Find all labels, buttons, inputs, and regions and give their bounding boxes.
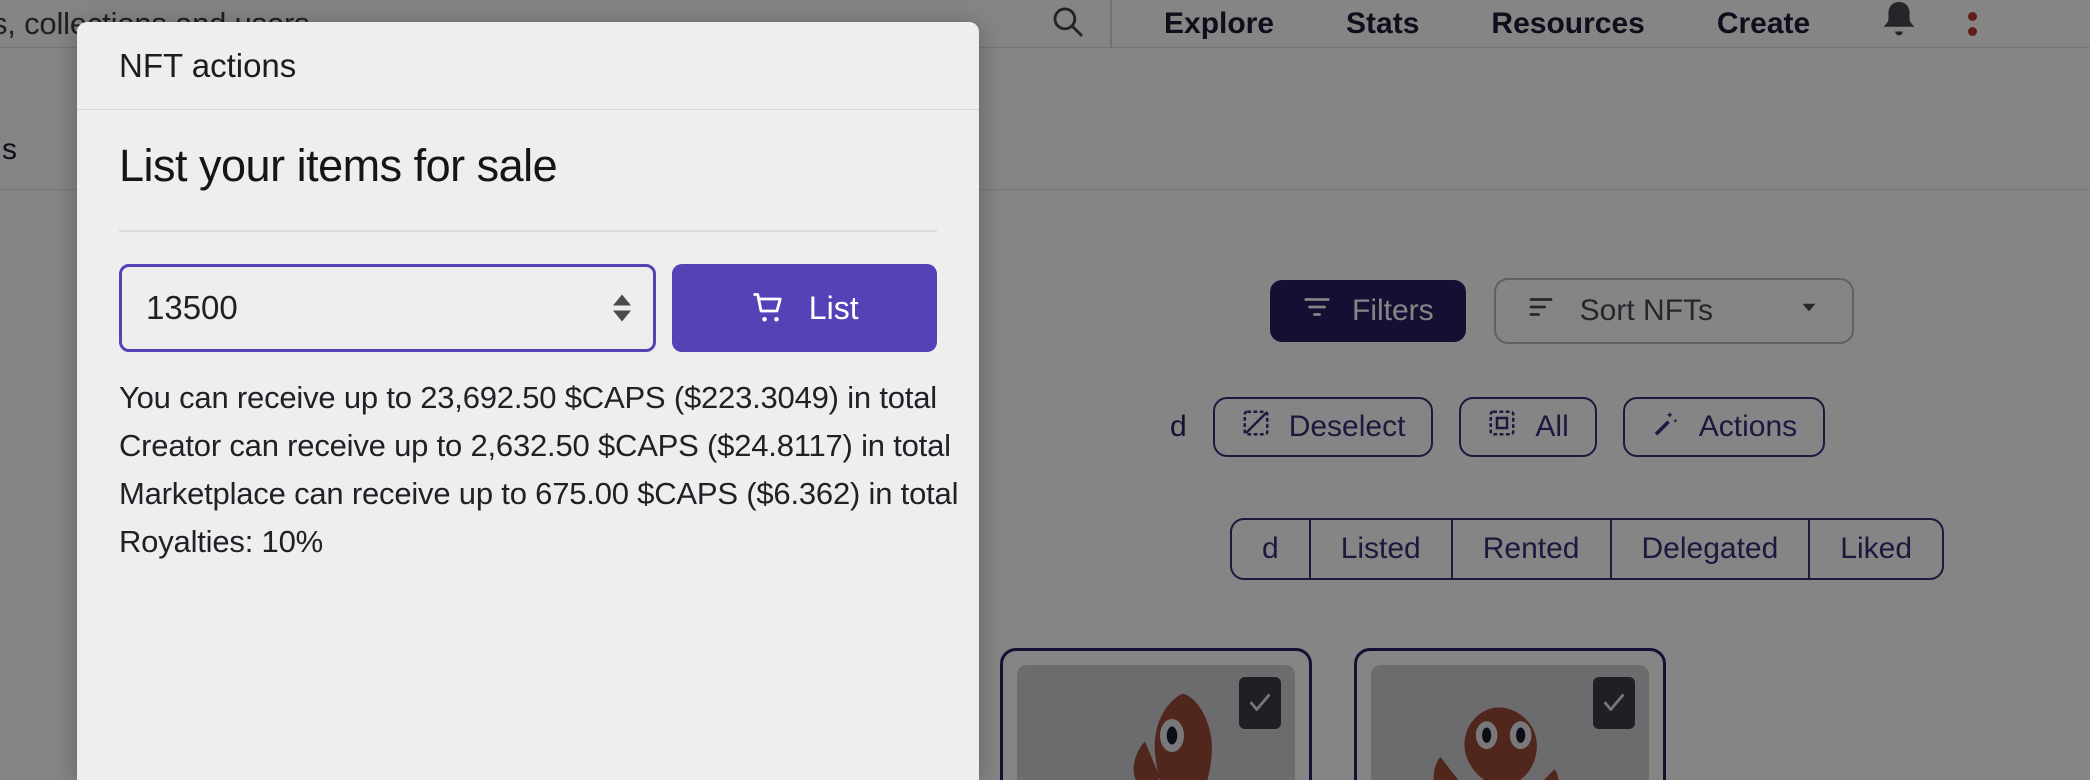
price-input-value[interactable]: 13500 [146,289,238,327]
modal-divider [119,230,937,232]
nft-actions-modal: NFT actions List your items for sale 135… [77,22,979,780]
modal-body: List your items for sale 13500 List You … [77,110,979,566]
royalties-line: Royalties: 10% [119,524,323,560]
shopping-cart-icon [751,290,787,326]
seller-proceeds-line: You can receive up to 23,692.50 $CAPS ($… [119,380,937,415]
price-form-row: 13500 List [119,264,937,352]
modal-header-title: NFT actions [119,46,297,84]
caret-down-icon[interactable] [613,310,632,322]
list-button[interactable]: List [672,264,937,352]
app-root: s, collections and users Explore Stats R… [0,0,2090,780]
marketplace-proceeds-line: Marketplace can receive up to 675.00 $CA… [119,476,959,512]
fee-breakdown: You can receive up to 23,692.50 $CAPS ($… [119,374,959,566]
caret-up-icon[interactable] [613,294,632,306]
list-button-label: List [808,289,859,326]
creator-proceeds-line: Creator can receive up to 2,632.50 $CAPS… [119,428,951,464]
modal-title: List your items for sale [119,140,558,191]
modal-header: NFT actions [77,22,979,110]
price-stepper[interactable] [613,294,632,322]
price-input[interactable]: 13500 [119,264,657,352]
